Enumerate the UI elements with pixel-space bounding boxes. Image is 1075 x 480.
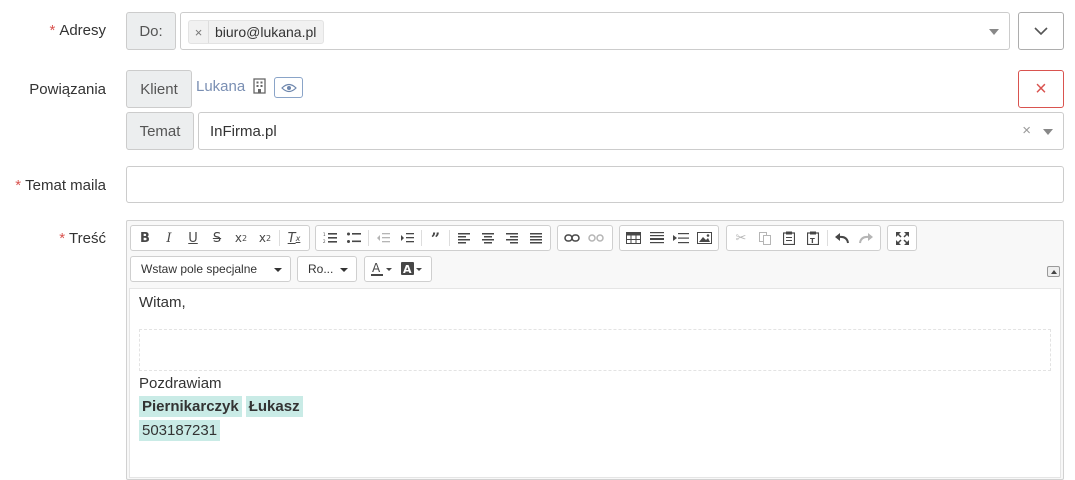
expand-recipients-button[interactable] bbox=[1018, 12, 1064, 50]
special-field-combo[interactable]: Wstaw pole specjalne bbox=[130, 256, 291, 282]
image-icon[interactable] bbox=[693, 227, 717, 249]
svg-text:T: T bbox=[810, 237, 815, 245]
clear-icon[interactable]: × bbox=[1022, 122, 1031, 139]
toolbar-links bbox=[557, 225, 613, 251]
align-center-icon[interactable] bbox=[476, 227, 500, 249]
blockquote-icon[interactable]: ” bbox=[424, 227, 448, 249]
font-combo[interactable]: Ro... bbox=[297, 256, 357, 282]
unlink-icon[interactable] bbox=[584, 227, 608, 249]
text-color-icon[interactable]: A bbox=[367, 258, 397, 280]
toolbar-paragraph: 12 ” bbox=[315, 225, 551, 251]
subject-input[interactable] bbox=[126, 166, 1064, 203]
paste-text-icon[interactable]: T bbox=[801, 227, 825, 249]
adresy-label: * Adresy bbox=[49, 22, 106, 39]
paste-icon[interactable] bbox=[777, 227, 801, 249]
temat-select[interactable]: InFirma.pl × bbox=[198, 112, 1064, 150]
align-right-icon[interactable] bbox=[500, 227, 524, 249]
signature-phone: 503187231 bbox=[139, 420, 221, 441]
tag-remove-icon[interactable]: × bbox=[189, 21, 209, 43]
underline-icon[interactable]: U bbox=[181, 227, 205, 249]
bold-icon[interactable]: B bbox=[133, 227, 157, 249]
toolbar-insert bbox=[619, 225, 719, 251]
do-addon: Do: bbox=[126, 12, 176, 50]
recipients-select[interactable]: × biuro@lukana.pl bbox=[180, 12, 1010, 50]
superscript-icon[interactable]: x2 bbox=[253, 227, 277, 249]
chevron-down-icon[interactable] bbox=[989, 29, 999, 35]
horizontal-line-icon[interactable] bbox=[646, 227, 670, 249]
preview-button[interactable] bbox=[274, 77, 303, 98]
maximize-icon[interactable] bbox=[890, 227, 914, 249]
toolbar-basic-styles: B I U S x2 x2 Tx bbox=[130, 225, 310, 251]
svg-text:2: 2 bbox=[323, 239, 326, 244]
chevron-down-icon[interactable] bbox=[1043, 129, 1053, 135]
eye-icon bbox=[280, 83, 297, 92]
italic-icon[interactable]: I bbox=[157, 227, 181, 249]
background-color-icon[interactable]: A bbox=[397, 258, 427, 280]
indent-icon[interactable] bbox=[395, 227, 419, 249]
temat-addon: Temat bbox=[126, 112, 194, 150]
building-icon bbox=[253, 78, 266, 94]
close-icon: × bbox=[1035, 78, 1047, 100]
toolbar-clipboard: ✂ T bbox=[726, 225, 881, 251]
greeting-text: Witam, bbox=[139, 294, 186, 311]
link-icon[interactable] bbox=[560, 227, 584, 249]
klient-addon: Klient bbox=[126, 70, 192, 108]
svg-text:1: 1 bbox=[323, 232, 326, 237]
klient-link[interactable]: Lukana bbox=[196, 78, 245, 95]
strikethrough-icon[interactable]: S bbox=[205, 227, 229, 249]
bulleted-list-icon[interactable] bbox=[342, 227, 366, 249]
recipient-email: biuro@lukana.pl bbox=[215, 24, 317, 40]
editor-content[interactable]: Witam, Pozdrawiam Piernikarczyk Łukasz 5… bbox=[129, 288, 1061, 478]
copy-icon[interactable] bbox=[753, 227, 777, 249]
cut-icon[interactable]: ✂ bbox=[729, 227, 753, 249]
page-break-icon[interactable] bbox=[669, 227, 693, 249]
subscript-icon[interactable]: x2 bbox=[229, 227, 253, 249]
redo-icon[interactable] bbox=[854, 227, 878, 249]
powiazania-label: Powiązania bbox=[29, 81, 106, 98]
toolbar-colors: A A bbox=[364, 256, 432, 282]
signature-last-name: Piernikarczyk bbox=[139, 396, 242, 417]
chevron-down-icon bbox=[340, 268, 348, 272]
undo-icon[interactable] bbox=[830, 227, 854, 249]
temat-value: InFirma.pl bbox=[210, 123, 277, 140]
recipient-tag: × biuro@lukana.pl bbox=[188, 20, 324, 44]
table-icon[interactable] bbox=[622, 227, 646, 249]
chevron-down-icon bbox=[274, 268, 282, 272]
signature-first-name: Łukasz bbox=[245, 396, 303, 417]
numbered-list-icon[interactable]: 12 bbox=[318, 227, 342, 249]
tresc-label: * Treść bbox=[59, 230, 106, 247]
align-left-icon[interactable] bbox=[452, 227, 476, 249]
chevron-down-icon bbox=[1034, 26, 1048, 35]
svg-text:A: A bbox=[403, 263, 412, 276]
remove-format-icon[interactable]: Tx bbox=[282, 227, 306, 249]
svg-text:A: A bbox=[372, 262, 381, 275]
align-justify-icon[interactable] bbox=[524, 227, 548, 249]
toolbar-tools bbox=[887, 225, 917, 251]
signature-name: Piernikarczyk Łukasz bbox=[139, 396, 303, 417]
remove-relation-button[interactable]: × bbox=[1018, 70, 1064, 108]
collapse-toolbar-button[interactable] bbox=[1047, 266, 1060, 277]
temat-maila-label: * Temat maila bbox=[15, 177, 106, 194]
placeholder-block[interactable] bbox=[139, 329, 1051, 371]
outdent-icon[interactable] bbox=[371, 227, 395, 249]
chevron-up-icon bbox=[1050, 269, 1057, 274]
closing-text: Pozdrawiam bbox=[139, 375, 222, 392]
